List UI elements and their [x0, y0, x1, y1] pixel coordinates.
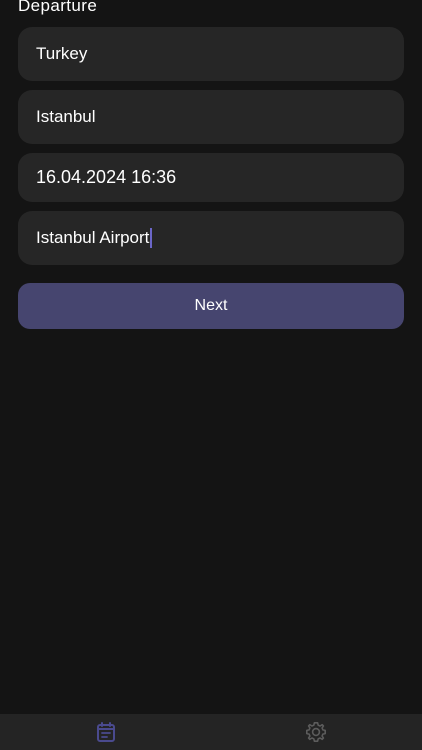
datetime-value: 16.04.2024 16:36: [36, 167, 177, 187]
tab-calendar[interactable]: [94, 720, 118, 744]
tab-settings[interactable]: [304, 720, 328, 744]
datetime-field[interactable]: 16.04.2024 16:36: [18, 153, 404, 202]
tab-bar: [0, 714, 422, 750]
calendar-icon: [97, 722, 115, 742]
gear-icon: [306, 722, 326, 742]
city-field[interactable]: Istanbul: [18, 90, 404, 144]
country-value: Turkey: [36, 44, 88, 63]
section-title: Departure: [18, 0, 98, 15]
next-button[interactable]: Next: [18, 283, 404, 329]
airport-value: Istanbul Airport: [36, 228, 150, 247]
city-value: Istanbul: [36, 107, 96, 126]
airport-field[interactable]: Istanbul Airport: [18, 211, 404, 265]
text-cursor: [150, 228, 152, 248]
country-field[interactable]: Turkey: [18, 27, 404, 81]
